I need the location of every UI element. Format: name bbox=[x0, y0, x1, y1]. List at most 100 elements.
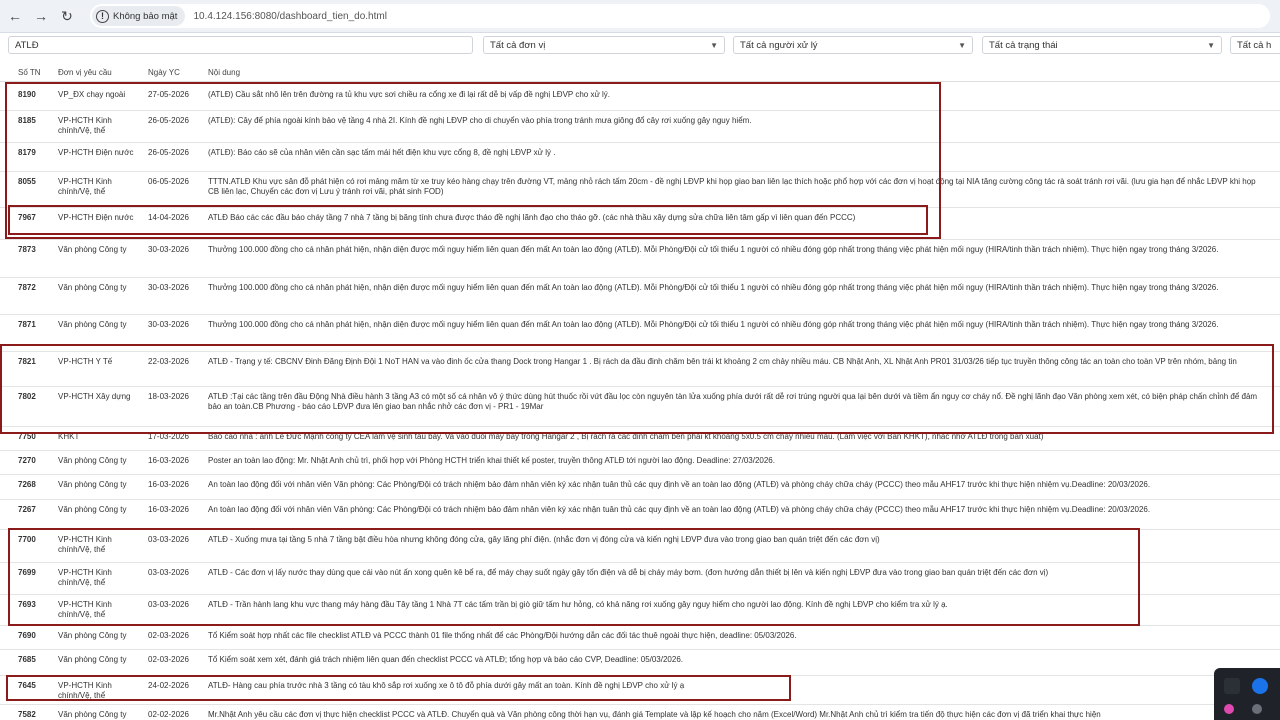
extra-select-value: Tất cả h bbox=[1237, 39, 1272, 51]
cell-content: ATLĐ - Các đơn vị lấy nước thay dùng que… bbox=[208, 568, 1049, 577]
header-id[interactable]: Số TN bbox=[18, 68, 41, 77]
security-indicator[interactable]: ! Không bảo mật bbox=[92, 6, 186, 26]
cell-date: 03-03-2026 bbox=[148, 600, 189, 609]
cell-id[interactable]: 7690 bbox=[18, 631, 50, 641]
table-row[interactable]: 8185 VP-HCTH Kinh chính/Vệ, thể 26-05-2026… bbox=[0, 111, 1280, 143]
cell-content: Báo cáo nhà : anh Lê Đức Mạnh công ty CE… bbox=[208, 432, 1044, 441]
cell-id[interactable]: 8190 bbox=[18, 90, 50, 100]
table-row[interactable]: 7750 KHKT 17-03-2026 Báo cáo nhà : anh Lê Đ… bbox=[0, 427, 1280, 451]
cell-unit: Văn phòng Công ty bbox=[58, 655, 127, 664]
cell-id[interactable]: 7270 bbox=[18, 456, 50, 466]
cell-id[interactable]: 7967 bbox=[18, 213, 50, 223]
cell-id[interactable]: 7872 bbox=[18, 283, 50, 293]
url-text[interactable]: 10.4.124.156:8080/dashboard_tien_do.html bbox=[193, 11, 387, 22]
cell-date: 22-03-2026 bbox=[148, 357, 189, 366]
cell-date: 16-03-2026 bbox=[148, 456, 189, 465]
cell-date: 30-03-2026 bbox=[148, 245, 189, 254]
table-row[interactable]: 7871 Văn phòng Công ty 30-03-2026 Thưởng 10… bbox=[0, 315, 1280, 352]
status-select[interactable]: Tất cả trạng thái ▼ bbox=[982, 36, 1222, 54]
cell-date: 26-05-2026 bbox=[148, 148, 189, 157]
cell-id[interactable]: 7645 bbox=[18, 681, 50, 691]
status-select-value: Tất cả trạng thái bbox=[989, 39, 1058, 51]
unit-select-value: Tất cả đơn vị bbox=[490, 39, 546, 51]
cell-id[interactable]: 7750 bbox=[18, 432, 50, 442]
table-row[interactable]: 8055 VP-HCTH Kinh chính/Vệ, thể 06-05-2026… bbox=[0, 172, 1280, 208]
header-content[interactable]: Nội dung bbox=[208, 68, 240, 77]
cell-content: (ATLĐ): Cây để phía ngoài kính bảo vệ tầ… bbox=[208, 116, 752, 125]
cell-unit: KHKT bbox=[58, 432, 80, 441]
table-header: Số TN Đơn vị yêu cầu Ngày YC Nội dung bbox=[0, 62, 1280, 82]
cell-id[interactable]: 7871 bbox=[18, 320, 50, 330]
cell-date: 24-02-2026 bbox=[148, 681, 189, 690]
cell-unit: Văn phòng Công ty bbox=[58, 320, 127, 329]
cell-date: 03-03-2026 bbox=[148, 535, 189, 544]
table-row[interactable]: 7967 VP-HCTH Điện nước 14-04-2026 ATLĐ Báo … bbox=[0, 208, 1280, 240]
arrow-right-icon[interactable]: → bbox=[28, 3, 54, 29]
table-row[interactable]: 7685 Văn phòng Công ty 02-03-2026 Tổ Kiểm s… bbox=[0, 650, 1280, 676]
extra-select[interactable]: Tất cả h bbox=[1230, 36, 1280, 54]
cell-id[interactable]: 8185 bbox=[18, 116, 50, 126]
cell-date: 27-05-2026 bbox=[148, 90, 189, 99]
cell-date: 02-02-2026 bbox=[148, 710, 189, 719]
chevron-down-icon: ▼ bbox=[710, 40, 718, 50]
table-row[interactable]: 7270 Văn phòng Công ty 16-03-2026 Poster an… bbox=[0, 451, 1280, 475]
table-row[interactable]: 7267 Văn phòng Công ty 16-03-2026 An toàn l… bbox=[0, 500, 1280, 530]
table-row[interactable]: 7690 Văn phòng Công ty 02-03-2026 Tổ Kiểm s… bbox=[0, 626, 1280, 650]
table-row[interactable]: 7802 VP-HCTH Xây dựng 18-03-2026 ATLĐ :Tại … bbox=[0, 387, 1280, 427]
table-row[interactable]: 7699 VP-HCTH Kinh chính/Vệ, thể 03-03-2026… bbox=[0, 563, 1280, 595]
table-row[interactable]: 7821 VP-HCTH Y Tế 22-03-2026 ATLĐ - Trạng y… bbox=[0, 352, 1280, 387]
unit-select[interactable]: Tất cả đơn vị ▼ bbox=[483, 36, 725, 54]
cell-unit: VP-HCTH Điện nước bbox=[58, 213, 134, 222]
table-row[interactable]: 7872 Văn phòng Công ty 30-03-2026 Thưởng 10… bbox=[0, 278, 1280, 315]
cell-content: ATLĐ- Hàng cau phía trước nhà 3 tầng có … bbox=[208, 681, 685, 690]
cell-id[interactable]: 7699 bbox=[18, 568, 50, 578]
cell-id[interactable]: 7802 bbox=[18, 392, 50, 402]
address-bar[interactable]: ! Không bảo mật 10.4.124.156:8080/dashbo… bbox=[90, 4, 1270, 28]
cell-content: ATLĐ - Xuống mưa tại tầng 5 nhà 7 tầng b… bbox=[208, 535, 880, 544]
dot-icon bbox=[1252, 704, 1262, 714]
table-row[interactable]: 7873 Văn phòng Công ty 30-03-2026 Thưởng 10… bbox=[0, 240, 1280, 278]
cell-unit: VP-HCTH Kinh chính/Vệ, thể bbox=[58, 535, 112, 554]
cell-id[interactable]: 7821 bbox=[18, 357, 50, 367]
cell-id[interactable]: 8179 bbox=[18, 148, 50, 158]
cell-date: 17-03-2026 bbox=[148, 432, 189, 441]
cell-id[interactable]: 7873 bbox=[18, 245, 50, 255]
header-unit[interactable]: Đơn vị yêu cầu bbox=[58, 68, 112, 77]
cell-content: Tổ Kiểm soát hợp nhất các file checklist… bbox=[208, 631, 797, 640]
cell-id[interactable]: 7582 bbox=[18, 710, 50, 720]
cell-id[interactable]: 7267 bbox=[18, 505, 50, 515]
app-icon[interactable] bbox=[1224, 678, 1240, 694]
search-value: ATLĐ bbox=[15, 39, 39, 51]
cell-content: ATLĐ Báo các các đầu báo cháy tầng 7 nhà… bbox=[208, 213, 856, 222]
search-input[interactable]: ATLĐ bbox=[8, 36, 473, 54]
cell-content: (ATLĐ) Cầu sắt nhô lên trên đường ra tủ … bbox=[208, 90, 611, 99]
table-row[interactable]: 7693 VP-HCTH Kinh chính/Vệ, thể 03-03-2026… bbox=[0, 595, 1280, 626]
cell-id[interactable]: 8055 bbox=[18, 177, 50, 187]
table-row[interactable]: 7645 VP-HCTH Kinh chính/Vệ, thể 24-02-2026… bbox=[0, 676, 1280, 705]
table-row[interactable]: 8190 VP_ĐX chạy ngoài 27-05-2026 (ATLĐ) Cầu… bbox=[0, 85, 1280, 111]
header-date[interactable]: Ngày YC bbox=[148, 68, 180, 77]
table-row[interactable]: 8179 VP-HCTH Điện nước 26-05-2026 (ATLĐ): B… bbox=[0, 143, 1280, 172]
table-row[interactable]: 7268 Văn phòng Công ty 16-03-2026 An toàn l… bbox=[0, 475, 1280, 500]
cell-unit: Văn phòng Công ty bbox=[58, 283, 127, 292]
cell-date: 16-03-2026 bbox=[148, 505, 189, 514]
cell-content: An toàn lao động đối với nhân viên Văn p… bbox=[208, 505, 1151, 514]
cell-id[interactable]: 7693 bbox=[18, 600, 50, 610]
cell-content: An toàn lao động đối với nhân viên Văn p… bbox=[208, 480, 1151, 489]
security-label: Không bảo mật bbox=[113, 10, 178, 22]
browser-icon[interactable] bbox=[1252, 678, 1268, 694]
handler-select[interactable]: Tất cả người xử lý ▼ bbox=[733, 36, 973, 54]
cell-unit: Văn phòng Công ty bbox=[58, 505, 127, 514]
cell-id[interactable]: 7700 bbox=[18, 535, 50, 545]
cell-unit: VP-HCTH Kinh chính/Vệ, thể bbox=[58, 177, 112, 196]
cell-content: ATLĐ - Trần hành lang khu vực thang máy … bbox=[208, 600, 948, 609]
cell-id[interactable]: 7685 bbox=[18, 655, 50, 665]
cell-unit: VP-HCTH Xây dựng bbox=[58, 392, 131, 401]
cell-content: ATLĐ :Tại các tầng trên đầu Động Nhà điề… bbox=[208, 392, 1258, 411]
taskbar bbox=[1214, 668, 1280, 720]
reload-icon[interactable]: ↻ bbox=[54, 3, 80, 29]
cell-id[interactable]: 7268 bbox=[18, 480, 50, 490]
table-row[interactable]: 7700 VP-HCTH Kinh chính/Vệ, thể 03-03-2026… bbox=[0, 530, 1280, 563]
arrow-left-icon[interactable]: ← bbox=[2, 3, 28, 29]
table-row[interactable]: 7582 Văn phòng Công ty 02-02-2026 Mr.Nhật A… bbox=[0, 705, 1280, 720]
